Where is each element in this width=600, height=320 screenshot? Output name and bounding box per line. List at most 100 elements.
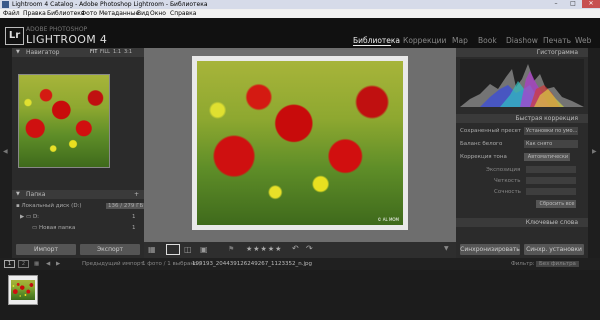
tone-control-label: Коррекция тона (460, 154, 507, 160)
disk-label: Локальный диск (D:) (21, 203, 82, 209)
left-panel-toggle-strip[interactable]: ◀ (0, 48, 12, 258)
volume-row[interactable]: ▪ Локальный диск (D:) 136 / 279 ГБ (16, 203, 146, 209)
vibrance-stepper[interactable] (526, 188, 576, 195)
navigator-preview[interactable] (18, 74, 110, 168)
folder-row[interactable]: ▭ Новая папка 1 (32, 225, 140, 231)
toolbar: ▦ ◫ ▣ ⚑ ★★★★★ ↶ ↷ ▼ (144, 242, 456, 258)
menu-window[interactable]: Окно (150, 10, 166, 17)
maximize-button[interactable]: □ (565, 0, 581, 8)
product-subtitle: ADOBE PHOTOSHOP (26, 26, 88, 33)
module-slideshow[interactable]: Diashow (506, 36, 538, 45)
zoom-fit[interactable]: FIT (90, 48, 97, 57)
exposure-label: Экспозиция (486, 167, 521, 173)
auto-tone-button[interactable]: Автоматически (524, 153, 570, 161)
vibrance-label: Сочность (494, 189, 521, 195)
folder-icon: ▭ (32, 225, 38, 231)
expand-arrow-icon[interactable]: ▶ (20, 214, 24, 220)
left-panel: Навигатор FIT FILL 1:1 3:1 ▼ Папка ▼ + ▪… (12, 48, 146, 258)
compare-view-icon[interactable]: ◫ (184, 245, 192, 254)
module-print[interactable]: Печать (543, 36, 571, 45)
folder-row[interactable]: ▶ ▭ D: 1 (20, 214, 140, 220)
disk-size: 136 / 279 ГБ (106, 203, 146, 209)
saved-preset-select[interactable]: Установки по умо... (524, 127, 578, 135)
add-folder-icon[interactable]: + (134, 190, 139, 199)
import-button[interactable]: Импорт (16, 244, 76, 255)
clarity-label: Четкость (494, 178, 521, 184)
rotate-right-icon[interactable]: ↷ (306, 244, 313, 253)
star-rating[interactable]: ★★★★★ (246, 245, 282, 253)
histogram-header[interactable]: Гистограмма (456, 48, 588, 57)
menu-library[interactable]: Библиотека (47, 10, 85, 17)
thumbnail-image (11, 280, 35, 300)
clarity-stepper[interactable] (526, 177, 576, 184)
histogram-title: Гистограмма (536, 49, 578, 56)
loupe-photo-frame[interactable]: © AL MOM (192, 56, 408, 230)
exposure-stepper[interactable] (526, 166, 576, 173)
grid-view-icon[interactable]: ▦ (148, 245, 156, 254)
right-panel-toggle-strip[interactable]: ▶ (588, 48, 600, 258)
menu-photo[interactable]: Фото (81, 10, 97, 17)
filter-label: Фильтр: (511, 261, 535, 267)
minimize-button[interactable]: – (548, 0, 564, 8)
lightroom-logo: Lr (5, 27, 24, 45)
module-web[interactable]: Web (575, 36, 591, 45)
disk-icon: ▪ (16, 203, 20, 209)
right-panel: Гистограмма Быстрая коррекция Сохраненны… (456, 48, 588, 258)
quick-develop-title: Быстрая коррекция (515, 115, 578, 122)
module-develop[interactable]: Коррекции (403, 36, 446, 45)
zoom-3-1[interactable]: 3:1 (124, 48, 132, 57)
toolbar-menu-icon[interactable]: ▼ (444, 245, 449, 252)
collapse-right-arrow-icon[interactable]: ▶ (592, 148, 597, 155)
module-library[interactable]: Библиотека (353, 36, 400, 45)
filmstrip-filename: 199193_204439126249267_1123352_n.jpg (192, 261, 312, 267)
survey-view-icon[interactable]: ▣ (200, 245, 208, 254)
navigator-header[interactable]: Навигатор FIT FILL 1:1 3:1 ▼ (12, 48, 144, 57)
grid-icon[interactable]: ▦ (34, 261, 39, 267)
histogram (460, 59, 584, 107)
folder-count: 1 (132, 225, 136, 231)
forward-arrow-icon[interactable]: ▶ (56, 261, 60, 267)
keywording-header[interactable]: Ключевые слова (456, 218, 588, 227)
module-book[interactable]: Book (478, 36, 497, 45)
filmstrip (0, 270, 600, 320)
menu-metadata[interactable]: Метаданные (99, 10, 139, 17)
sync-settings-button[interactable]: Синхр. установки (524, 244, 584, 255)
keywording-title: Ключевые слова (525, 219, 578, 226)
zoom-1-1[interactable]: 1:1 (113, 48, 121, 57)
module-map[interactable]: Map (452, 36, 468, 45)
triangle-down-icon[interactable]: ▼ (16, 190, 20, 199)
filter-select[interactable]: Без фильтра (536, 261, 579, 267)
back-arrow-icon[interactable]: ◀ (46, 261, 50, 267)
export-button[interactable]: Экспорт (80, 244, 140, 255)
menu-bar: Файл Правка Библиотека Фото Метаданные В… (0, 9, 600, 18)
loupe-view-icon[interactable] (166, 244, 180, 255)
zoom-fill[interactable]: FILL (100, 48, 110, 57)
navigator-title: Навигатор (26, 49, 60, 56)
menu-help[interactable]: Справка (170, 10, 196, 17)
app-icon (2, 1, 9, 8)
menu-edit[interactable]: Правка (23, 10, 46, 17)
saved-preset-label: Сохраненный пресет (460, 128, 522, 134)
page-2-button[interactable]: 2 (18, 260, 29, 268)
page-1-button[interactable]: 1 (4, 260, 15, 268)
photo-watermark: © AL MOM (377, 217, 399, 222)
menu-view[interactable]: Вид (137, 10, 149, 17)
close-button[interactable]: ✕ (582, 0, 600, 8)
filmstrip-source[interactable]: Предыдущий импорт (82, 261, 144, 267)
flag-icon[interactable]: ⚑ (228, 245, 234, 253)
filmstrip-thumbnail[interactable] (8, 275, 38, 305)
collapse-left-arrow-icon[interactable]: ◀ (3, 148, 8, 155)
active-module-indicator (353, 45, 391, 46)
folder-label: Новая папка (38, 225, 76, 231)
rotate-left-icon[interactable]: ↶ (292, 244, 299, 253)
quick-develop-header[interactable]: Быстрая коррекция (456, 114, 588, 123)
reset-all-button[interactable]: Сбросить все (536, 200, 576, 208)
menu-file[interactable]: Файл (3, 10, 20, 17)
sync-button[interactable]: Синхронизировать (460, 244, 520, 255)
loupe-photo[interactable]: © AL MOM (197, 61, 403, 225)
window-title: Lightroom 4 Catalog - Adobe Photoshop Li… (12, 1, 208, 8)
folders-header[interactable]: Папка ▼ + (12, 190, 144, 199)
white-balance-select[interactable]: Как снято (524, 140, 578, 148)
folder-count: 1 (132, 214, 136, 220)
triangle-down-icon[interactable]: ▼ (16, 48, 20, 57)
